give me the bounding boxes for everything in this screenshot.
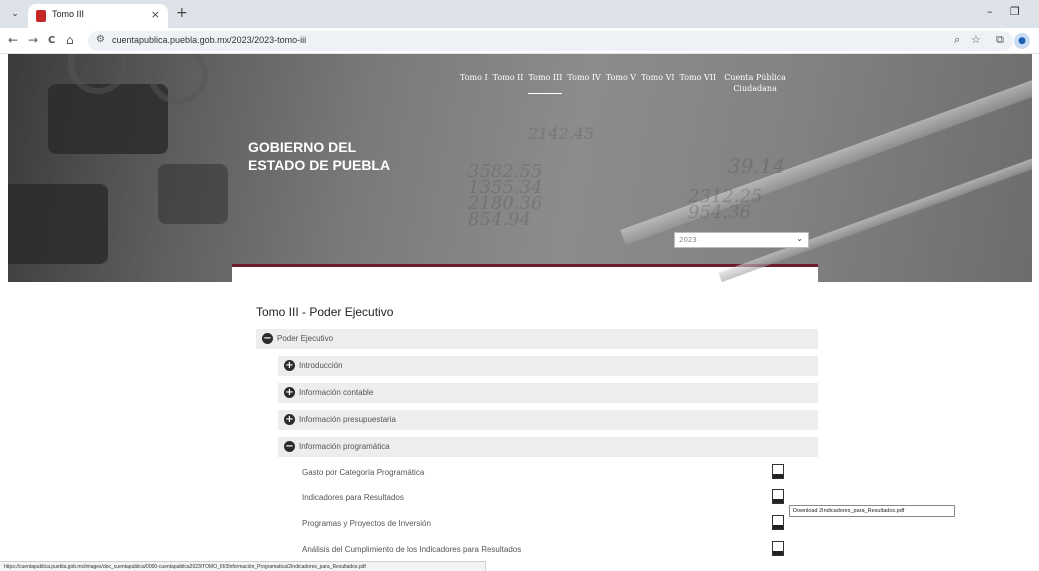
accordion-poder-ejecutivo[interactable]: − Poder Ejecutivo: [256, 329, 818, 349]
url-text[interactable]: cuentapublica.puebla.gob.mx/2023/2023-to…: [112, 35, 306, 45]
nav-tomo-vii[interactable]: Tomo VII: [680, 72, 717, 94]
tomo-nav: Tomo I Tomo II Tomo III Tomo IV Tomo V T…: [460, 72, 794, 94]
nav-tomo-ii[interactable]: Tomo II: [493, 72, 524, 94]
content-card: Tomo III - Poder Ejecutivo − Poder Ejecu…: [232, 264, 818, 571]
tab-title: Tomo III: [52, 9, 85, 19]
browser-tab-bar: ⌄ Tomo III × + – ❐: [0, 0, 1039, 28]
hero-banner: 2142.45 3582.55 1355.34 2180.36 854.94 39.1…: [8, 54, 1032, 282]
nav-cuenta-publica-ciudadana[interactable]: Cuenta Pública Ciudadana: [721, 72, 789, 94]
pdf-download-icon[interactable]: [772, 464, 784, 479]
address-bar[interactable]: ⚙ cuentapublica.puebla.gob.mx/2023/2023-…: [88, 31, 1013, 51]
zoom-icon[interactable]: ⌕: [954, 33, 960, 47]
minimize-icon[interactable]: –: [987, 5, 993, 18]
home-icon[interactable]: ⌂: [66, 33, 74, 47]
background-figure: 2142.45: [528, 124, 595, 143]
accordion-informacion-presupuestaria[interactable]: + Información presupuestaria: [278, 410, 818, 430]
tab-list-chevron-icon[interactable]: ⌄: [6, 6, 24, 22]
year-select-value: 2023: [679, 236, 697, 244]
browser-toolbar: ← → C ⌂ ⚙ cuentapublica.puebla.gob.mx/20…: [0, 28, 1039, 54]
site-brand: GOBIERNO DEL ESTADO DE PUEBLA: [248, 138, 390, 174]
accordion-label: Introducción: [299, 361, 343, 370]
document-label: Gasto por Categoría Programática: [302, 468, 425, 477]
browser-tab[interactable]: Tomo III ×: [28, 4, 168, 28]
background-figure: 2312.25 954.36: [688, 186, 763, 223]
accordion-label: Información presupuestaria: [299, 415, 396, 424]
pdf-download-icon[interactable]: [772, 541, 784, 556]
calculator-key-shape: [158, 164, 228, 224]
document-row: Programas y Proyectos de Inversión: [302, 515, 784, 535]
nav-tomo-vi[interactable]: Tomo VI: [641, 72, 674, 94]
brand-line-1: GOBIERNO DEL: [248, 139, 357, 155]
year-select[interactable]: 2023 ⌄: [674, 232, 809, 248]
page-title: Tomo III - Poder Ejecutivo: [256, 305, 394, 319]
document-label: Programas y Proyectos de Inversión: [302, 519, 431, 528]
accordion-label: Poder Ejecutivo: [277, 334, 334, 343]
accordion-introduccion[interactable]: + Introducción: [278, 356, 818, 376]
accordion-label: Información programática: [299, 442, 390, 451]
document-row: Indicadores para Resultados: [302, 489, 784, 509]
close-tab-icon[interactable]: ×: [151, 8, 160, 21]
document-row: Análisis del Cumplimiento de los Indicad…: [302, 541, 784, 561]
nav-tomo-i[interactable]: Tomo I: [460, 72, 488, 94]
document-label: Análisis del Cumplimiento de los Indicad…: [302, 545, 522, 554]
favicon-icon: [36, 10, 46, 22]
background-figure: 39.14: [728, 154, 786, 178]
document-row: Gasto por Categoría Programática: [302, 464, 784, 484]
restore-icon[interactable]: ❐: [1010, 5, 1020, 18]
new-tab-button[interactable]: +: [176, 5, 188, 21]
plus-circle-icon: +: [284, 414, 295, 425]
plus-circle-icon: +: [284, 360, 295, 371]
chevron-down-icon: ⌄: [796, 234, 803, 243]
brand-line-2: ESTADO DE PUEBLA: [248, 157, 391, 173]
accordion-informacion-programatica[interactable]: − Información programática: [278, 437, 818, 457]
accordion-label: Información contable: [299, 388, 374, 397]
download-tooltip: Download 2Indicadores_para_Resultados.pd…: [789, 505, 955, 517]
accordion-informacion-contable[interactable]: + Información contable: [278, 383, 818, 403]
pdf-download-icon[interactable]: [772, 515, 784, 530]
nav-tomo-v[interactable]: Tomo V: [606, 72, 636, 94]
document-label: Indicadores para Resultados: [302, 493, 404, 502]
profile-avatar-icon[interactable]: ●: [1014, 33, 1030, 49]
status-bar-url: https://cuentapublica.puebla.gob.mx/imag…: [0, 561, 486, 571]
calculator-key-shape: [48, 84, 168, 154]
site-info-icon[interactable]: ⚙: [96, 34, 105, 45]
plus-circle-icon: +: [284, 387, 295, 398]
nav-tomo-iv[interactable]: Tomo IV: [567, 72, 600, 94]
background-figure: 3582.55 1355.34 2180.36 854.94: [468, 161, 543, 230]
minus-circle-icon: −: [284, 441, 295, 452]
minus-circle-icon: −: [262, 333, 273, 344]
pdf-download-icon[interactable]: [772, 489, 784, 504]
reload-icon[interactable]: C: [48, 35, 55, 46]
nav-tomo-iii[interactable]: Tomo III: [528, 72, 563, 94]
extensions-icon[interactable]: ⧉: [996, 33, 1004, 47]
bookmark-star-icon[interactable]: ☆: [971, 33, 981, 46]
forward-icon[interactable]: →: [28, 33, 38, 47]
back-icon[interactable]: ←: [8, 33, 18, 47]
calculator-key-shape: [8, 184, 108, 264]
